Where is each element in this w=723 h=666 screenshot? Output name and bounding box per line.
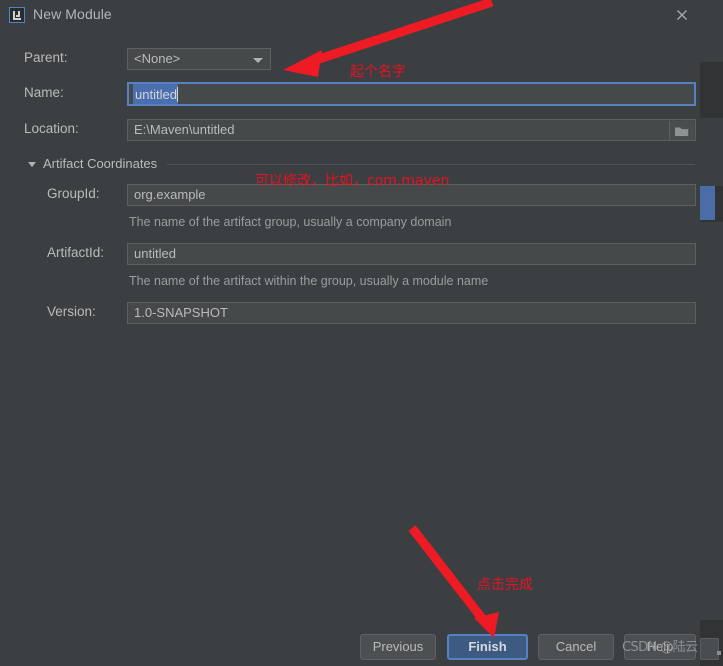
version-input[interactable]: 1.0-SNAPSHOT <box>127 302 696 324</box>
previous-button[interactable]: Previous <box>360 634 436 660</box>
background-panel-segment <box>700 118 723 186</box>
name-input-value: untitled <box>133 84 178 104</box>
artifactid-input[interactable]: untitled <box>127 243 696 265</box>
close-icon[interactable] <box>673 6 691 24</box>
annotation-label-finish: 点击完成 <box>477 577 533 593</box>
cancel-button[interactable]: Cancel <box>538 634 614 660</box>
name-row: Name: untitled <box>0 82 700 106</box>
location-input[interactable]: E:\Maven\untitled <box>127 119 696 141</box>
artifactid-row: ArtifactId: untitled <box>0 243 700 265</box>
dialog-titlebar: New Module <box>0 0 700 30</box>
version-row: Version: 1.0-SNAPSHOT <box>0 302 700 324</box>
name-input[interactable]: untitled <box>127 82 696 106</box>
groupid-input-value: org.example <box>134 187 206 202</box>
dialog-button-bar: Previous Finish Cancel Help <box>0 634 700 660</box>
background-tool-button <box>700 638 719 660</box>
new-module-dialog: New Module Parent: <None> Name: untitled… <box>0 0 700 666</box>
chevron-down-icon <box>253 58 263 63</box>
groupid-label: GroupId: <box>47 186 100 201</box>
csdn-watermark: CSDN @陆云 <box>622 640 698 655</box>
dialog-title: New Module <box>33 6 112 22</box>
groupid-hint: The name of the artifact group, usually … <box>129 215 452 229</box>
parent-label: Parent: <box>24 50 68 65</box>
folder-icon[interactable] <box>669 121 694 140</box>
artifactid-hint: The name of the artifact within the grou… <box>129 274 489 288</box>
background-panel-segment <box>700 0 723 62</box>
text-caret <box>176 87 178 102</box>
intellij-idea-icon <box>9 7 25 23</box>
name-label: Name: <box>24 85 64 100</box>
artifactid-input-value: untitled <box>134 246 176 261</box>
finish-button[interactable]: Finish <box>447 634 528 660</box>
parent-select[interactable]: <None> <box>127 48 271 70</box>
location-row: Location: E:\Maven\untitled <box>0 119 700 141</box>
background-panel-segment <box>700 222 723 620</box>
annotation-label-name: 起个名字 <box>350 64 406 80</box>
background-selected-item <box>700 186 715 220</box>
version-input-value: 1.0-SNAPSHOT <box>134 305 228 320</box>
location-input-value: E:\Maven\untitled <box>134 122 235 137</box>
section-divider <box>167 164 695 165</box>
background-ide-strip <box>700 0 723 666</box>
triangle-down-icon[interactable] <box>28 162 36 167</box>
parent-selected-value: <None> <box>134 51 181 66</box>
version-label: Version: <box>47 304 96 319</box>
annotation-label-groupid: 可以修改，比如，com.maven <box>255 173 450 189</box>
location-label: Location: <box>24 121 79 136</box>
artifactid-label: ArtifactId: <box>47 245 105 260</box>
artifact-coordinates-title: Artifact Coordinates <box>43 156 158 171</box>
background-status-dot <box>717 651 721 655</box>
